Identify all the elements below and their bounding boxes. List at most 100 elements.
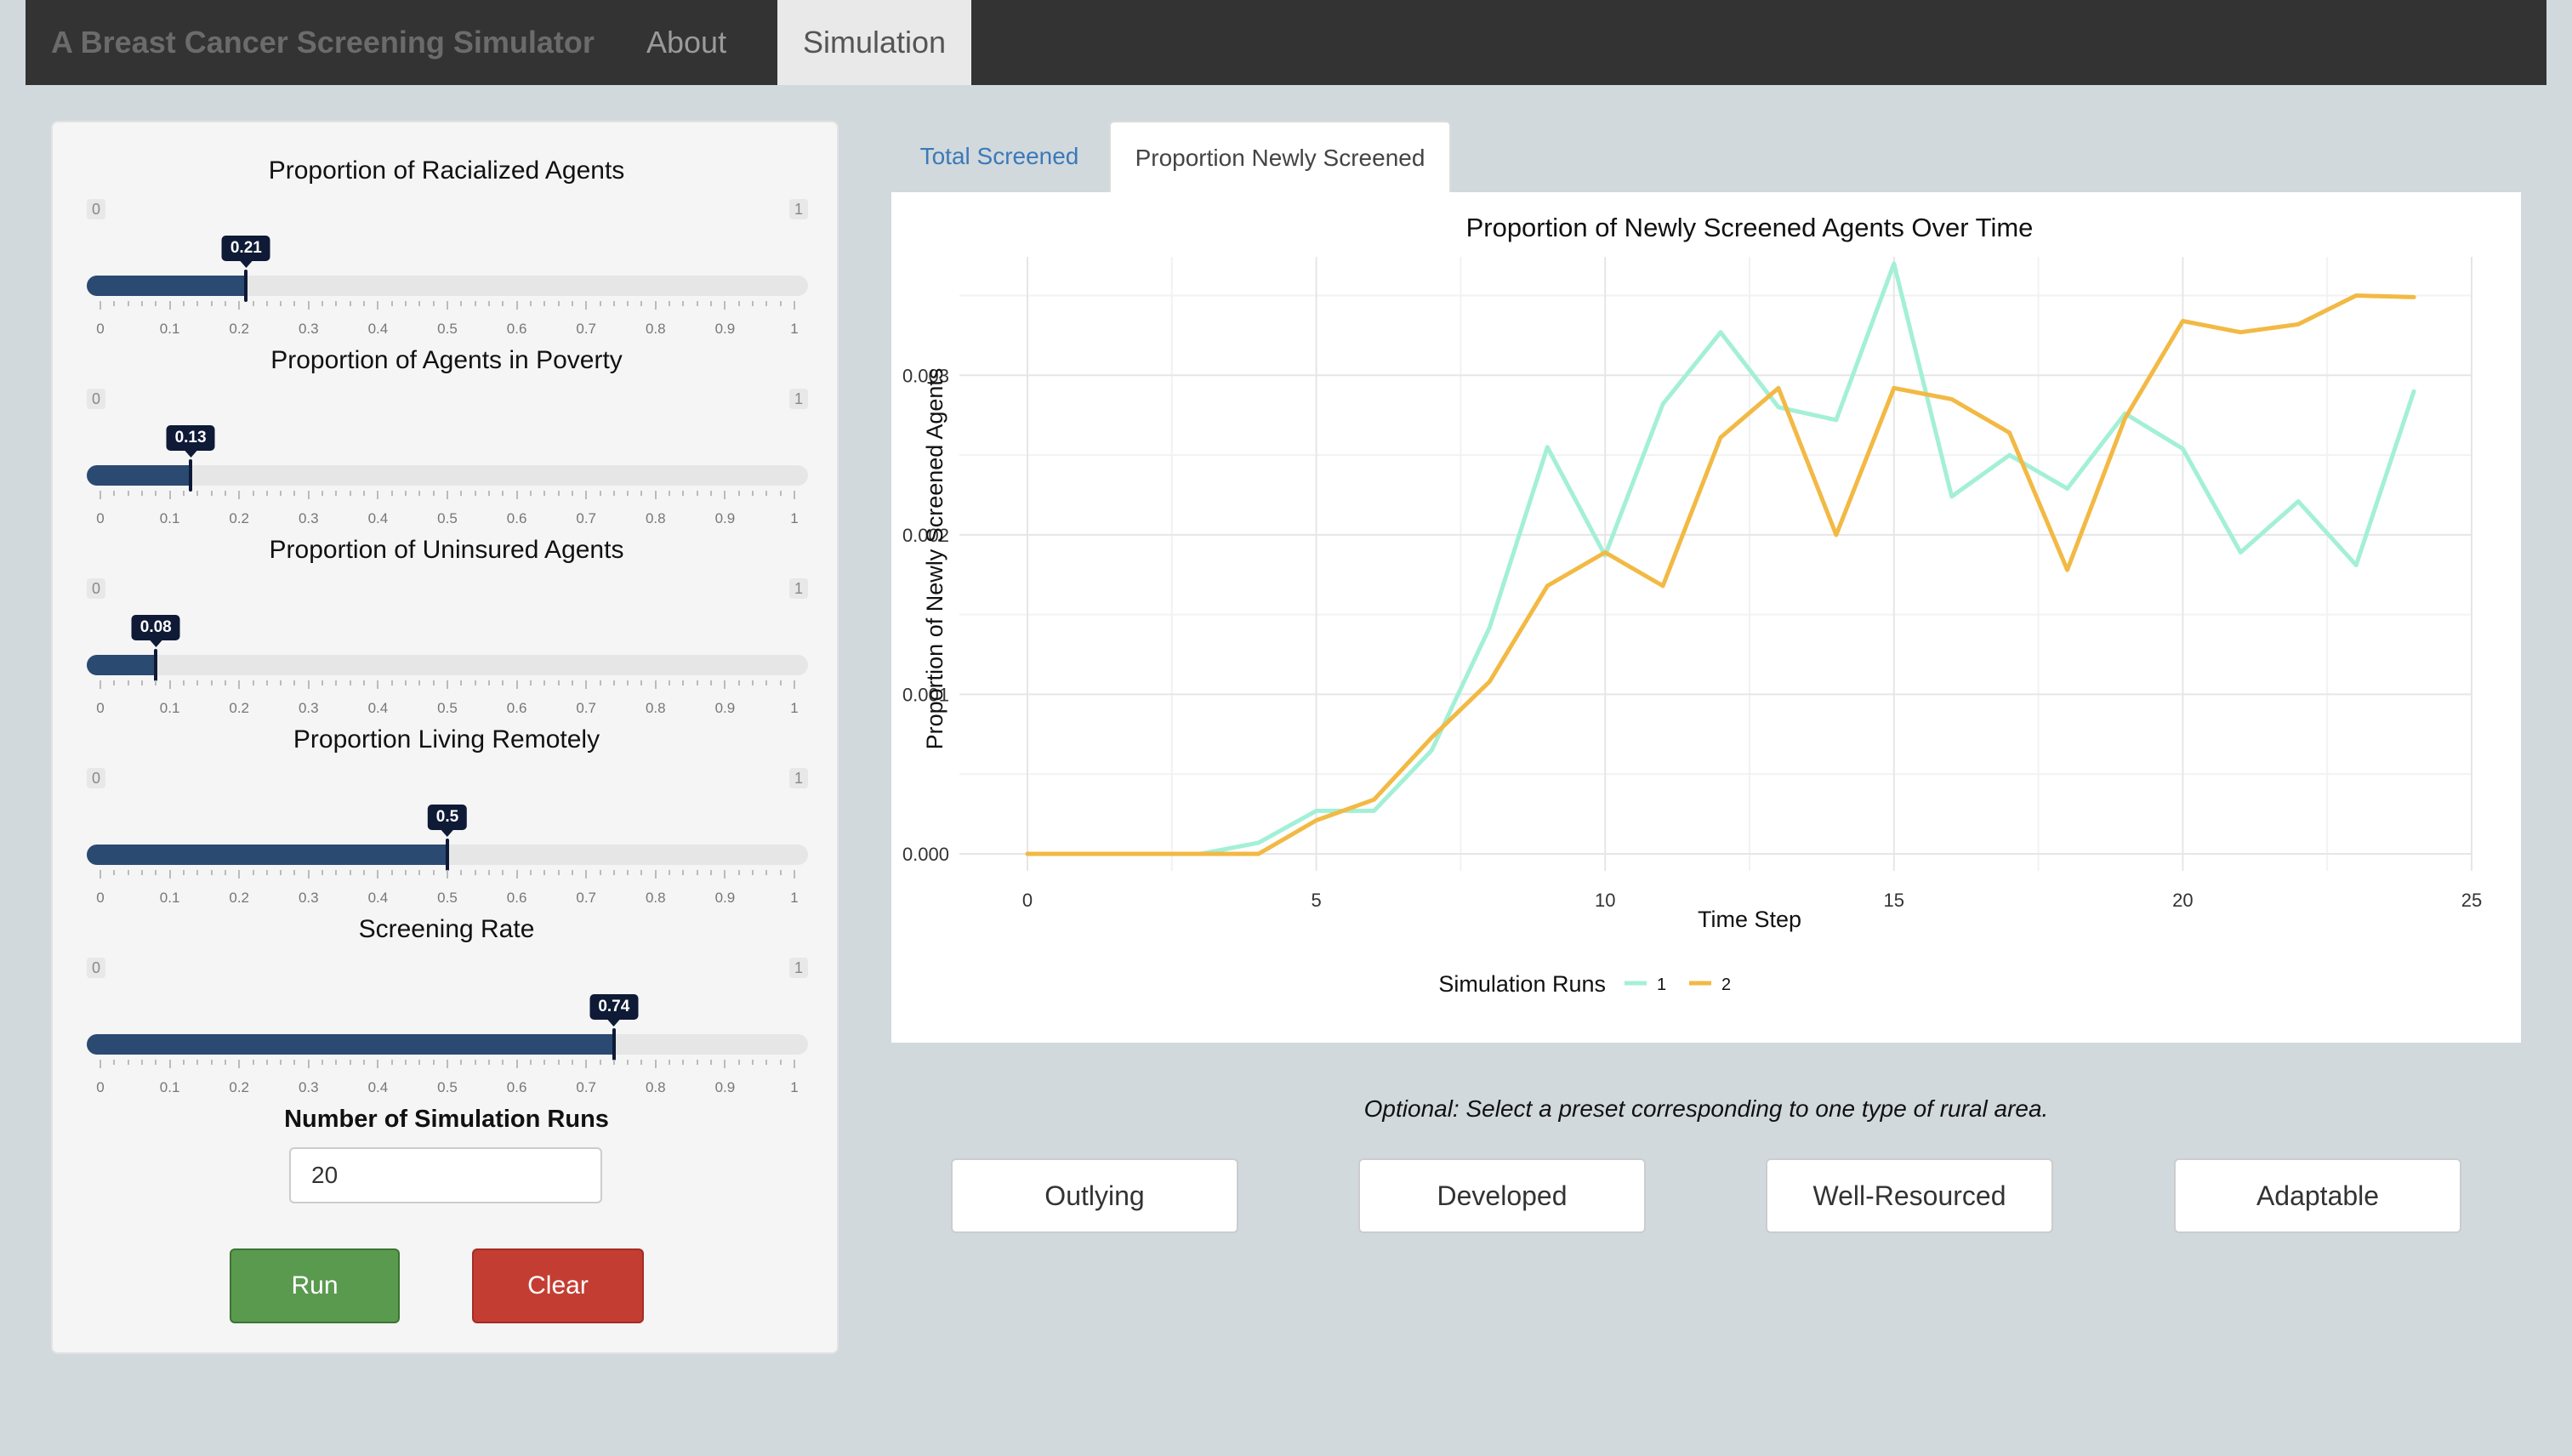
- preset-adaptable-button[interactable]: Adaptable: [2174, 1158, 2461, 1233]
- tab-total-screened[interactable]: Total Screened: [893, 121, 1106, 192]
- slider-major-tick: [515, 1060, 518, 1068]
- slider-label: Proportion of Uninsured Agents: [269, 536, 624, 564]
- slider-tick-label: 0.6: [506, 1079, 527, 1095]
- slider-major-tick: [585, 1060, 588, 1068]
- slider-minor-tick: [293, 491, 296, 496]
- slider-tick-label: 0.6: [506, 890, 527, 906]
- slider-minor-tick: [543, 870, 546, 875]
- slider-minor-tick: [669, 870, 671, 875]
- slider-minor-tick: [293, 680, 296, 685]
- slider-minor-tick: [196, 680, 199, 685]
- slider-tick-label: 0.8: [645, 510, 666, 526]
- slider-minor-tick: [293, 301, 296, 306]
- slider-track[interactable]: [87, 465, 808, 486]
- slider-minor-tick: [155, 1060, 157, 1065]
- slider-minor-tick: [405, 301, 407, 306]
- slider-minor-tick: [502, 870, 504, 875]
- slider-minor-tick: [557, 491, 560, 496]
- nav-about[interactable]: About: [646, 0, 726, 85]
- slider-major-tick: [447, 1060, 448, 1068]
- slider-minor-tick: [363, 1060, 366, 1065]
- preset-note: Optional: Select a preset corresponding …: [1363, 1095, 2049, 1122]
- slider-minor-tick: [779, 680, 782, 685]
- slider-minor-tick: [224, 1060, 226, 1065]
- slider-track[interactable]: [87, 655, 808, 675]
- slider-minor-tick: [765, 870, 768, 875]
- chart-panel: 0 5 10 15 20 25 0.000 0.001 0.002 0.003 Proportion…: [891, 192, 2521, 1043]
- slider-minor-tick: [640, 870, 643, 875]
- slider-minor-tick: [737, 301, 740, 306]
- slider-minor-tick: [696, 680, 698, 685]
- slider-major-tick: [100, 680, 101, 689]
- slider-tick-label: 0.7: [576, 890, 597, 906]
- slider-minor-tick: [405, 1060, 407, 1065]
- slider-minor-tick: [599, 680, 601, 685]
- tab-proportion-newly-screened[interactable]: Proportion Newly Screened: [1109, 121, 1451, 194]
- slider-major-tick: [654, 301, 657, 310]
- slider-fill: [87, 1034, 614, 1055]
- slider-minor-tick: [765, 491, 768, 496]
- slider-minor-tick: [363, 491, 366, 496]
- slider-minor-tick: [280, 491, 282, 496]
- slider-major-tick: [100, 301, 101, 310]
- slider-min-label: 0: [87, 199, 106, 219]
- slider-minor-tick: [390, 870, 393, 875]
- slider-handle[interactable]: [189, 459, 193, 492]
- slider-major-tick: [168, 1060, 171, 1068]
- slider-minor-tick: [460, 491, 463, 496]
- slider-tick-label: 0.7: [576, 700, 597, 716]
- slider-minor-tick: [557, 680, 560, 685]
- app-brand[interactable]: A Breast Cancer Screening Simulator: [51, 0, 595, 85]
- x-tick-label: 0: [1022, 890, 1033, 911]
- slider-minor-tick: [182, 870, 185, 875]
- nav-simulation[interactable]: Simulation: [777, 0, 971, 85]
- slider-handle[interactable]: [154, 649, 158, 681]
- slider-minor-tick: [557, 301, 560, 306]
- slider-major-tick: [654, 870, 657, 879]
- runs-input[interactable]: 20: [289, 1147, 602, 1203]
- slider-minor-tick: [487, 680, 490, 685]
- slider-handle[interactable]: [446, 839, 449, 871]
- slider-minor-tick: [265, 1060, 268, 1065]
- slider-major-tick: [447, 870, 448, 879]
- slider-handle[interactable]: [244, 270, 248, 302]
- slider-tick-label: 0.2: [229, 890, 250, 906]
- slider-minor-tick: [737, 491, 740, 496]
- run-button[interactable]: Run: [230, 1248, 400, 1323]
- slider-minor-tick: [390, 301, 393, 306]
- slider-minor-tick: [224, 491, 226, 496]
- slider-minor-tick: [460, 680, 463, 685]
- slider-value-bubble: 0.08: [131, 615, 180, 647]
- slider-minor-tick: [113, 491, 116, 496]
- x-tick-label: 5: [1311, 890, 1321, 911]
- slider-minor-tick: [252, 1060, 254, 1065]
- slider-minor-tick: [252, 680, 254, 685]
- preset-outlying-button[interactable]: Outlying: [951, 1158, 1238, 1233]
- preset-developed-button[interactable]: Developed: [1358, 1158, 1646, 1233]
- slider-minor-tick: [405, 870, 407, 875]
- slider-minor-tick: [682, 870, 685, 875]
- slider-major-tick: [100, 1060, 101, 1068]
- slider-minor-tick: [127, 680, 129, 685]
- slider-handle[interactable]: [612, 1028, 616, 1061]
- slider-minor-tick: [529, 301, 532, 306]
- clear-button[interactable]: Clear: [472, 1248, 644, 1323]
- slider-value-bubble: 0.74: [589, 994, 639, 1027]
- slider-minor-tick: [640, 301, 643, 306]
- slider-value-bubble: 0.21: [221, 236, 270, 268]
- slider-minor-tick: [280, 680, 282, 685]
- slider-minor-tick: [543, 680, 546, 685]
- slider-track[interactable]: [87, 276, 808, 296]
- slider-minor-tick: [155, 301, 157, 306]
- slider-tick-label: 1: [790, 700, 799, 716]
- preset-well-resourced-button[interactable]: Well-Resourced: [1766, 1158, 2053, 1233]
- slider-tick-label: 1: [790, 890, 799, 906]
- slider-minor-tick: [210, 301, 213, 306]
- slider-major-tick: [515, 491, 518, 499]
- slider-track[interactable]: [87, 1034, 808, 1055]
- slider-minor-tick: [210, 870, 213, 875]
- slider-minor-tick: [487, 301, 490, 306]
- slider-minor-tick: [349, 301, 351, 306]
- slider-tick-label: 0.2: [229, 700, 250, 716]
- slider-tick-label: 0.6: [506, 510, 527, 526]
